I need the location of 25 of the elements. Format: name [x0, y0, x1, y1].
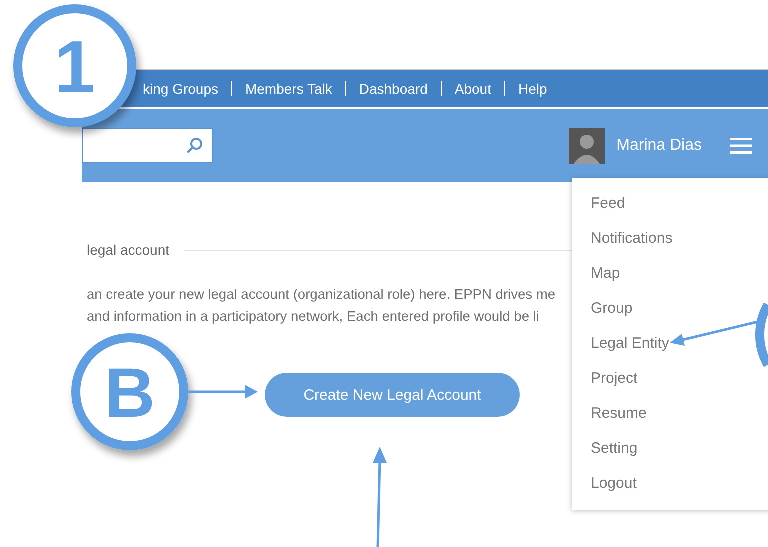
menu-item[interactable]: Map — [572, 256, 620, 291]
search-icon — [186, 136, 204, 154]
nav-link[interactable]: Help — [518, 80, 548, 96]
nav-link[interactable]: About — [454, 80, 492, 96]
menu-item[interactable]: Notifications — [572, 221, 673, 256]
menu-item[interactable]: Logout — [572, 466, 637, 501]
menu-item[interactable]: Setting — [572, 431, 638, 466]
description-text: an create your new legal account (organizational role) here. EPPN drives me and information in a participatory network, Each entered profile would be li — [87, 286, 556, 326]
menu-item[interactable]: Legal Entity — [572, 326, 670, 361]
menu-item[interactable]: Resume — [572, 396, 647, 431]
nav-link[interactable]: Members Talk — [245, 80, 332, 96]
menu-item[interactable]: Feed — [572, 186, 626, 221]
menu-item[interactable]: Group — [572, 291, 633, 326]
create-account-button[interactable]: Create New Legal Account — [265, 373, 520, 417]
menu-icon[interactable] — [730, 138, 752, 154]
nav-link[interactable]: Dashboard — [359, 80, 428, 96]
nav-link[interactable]: king Groups — [143, 80, 218, 96]
user-name[interactable]: Marina Dias — [616, 136, 702, 154]
avatar-photo-placeholder — [568, 128, 605, 164]
menu-item[interactable]: Project — [572, 361, 638, 396]
search-field[interactable] — [82, 128, 213, 163]
callout-badge: B — [72, 334, 188, 450]
callout-badge: 1 — [14, 4, 136, 128]
arrow — [188, 385, 258, 399]
section-heading: legal account — [87, 242, 170, 258]
